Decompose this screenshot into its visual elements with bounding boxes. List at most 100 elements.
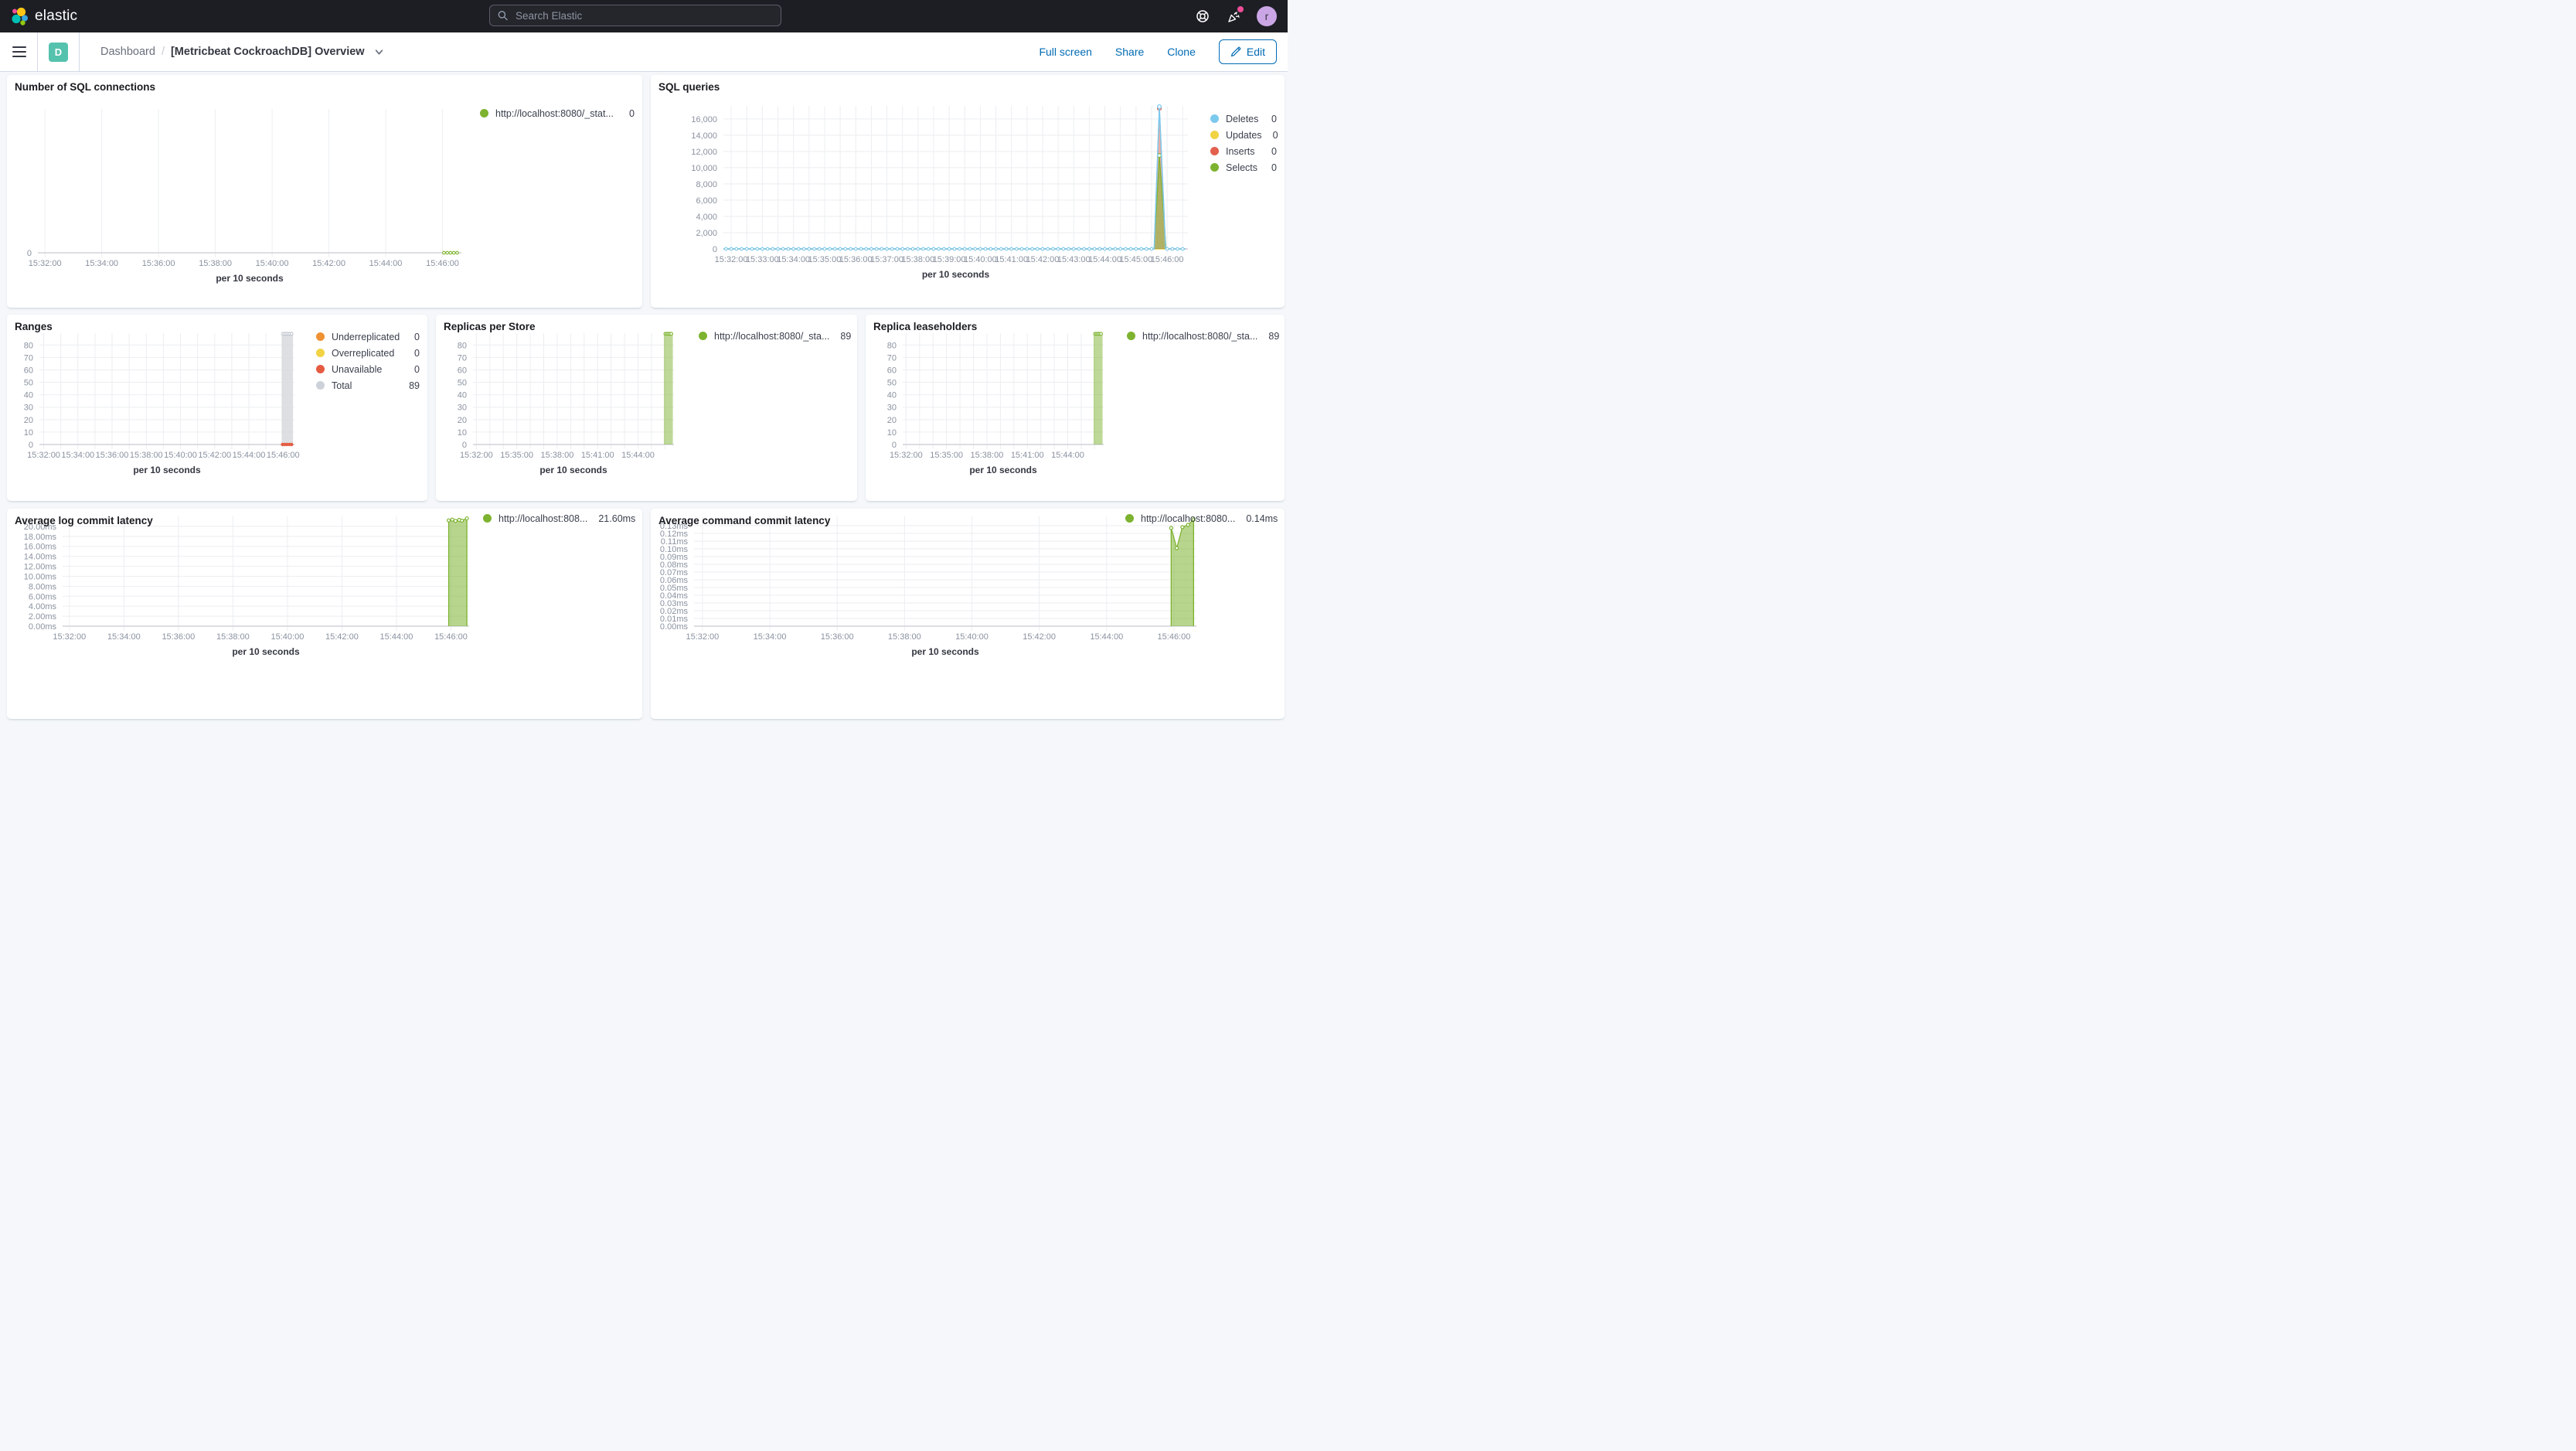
menu-icon[interactable] (12, 46, 26, 57)
svg-text:15:42:00: 15:42:00 (1023, 632, 1056, 642)
svg-text:15:36:00: 15:36:00 (839, 255, 873, 264)
legend-value: 0 (1272, 129, 1278, 141)
legend-swatch (483, 514, 492, 523)
svg-text:30: 30 (458, 404, 467, 413)
svg-text:15:41:00: 15:41:00 (581, 451, 614, 460)
legend-item[interactable]: Deletes 0 (1210, 111, 1277, 127)
legend-label: Underreplicated (332, 331, 400, 342)
svg-text:15:32:00: 15:32:00 (686, 632, 719, 642)
legend-value: 0 (1271, 162, 1277, 173)
chart-plot: 0.00ms2.00ms4.00ms6.00ms8.00ms10.00ms12.… (24, 516, 469, 657)
svg-text:15:42:00: 15:42:00 (1026, 255, 1060, 264)
global-search[interactable] (489, 5, 781, 26)
legend-item[interactable]: http://localhost:8080/_sta... 89 (1127, 328, 1280, 344)
svg-text:15:41:00: 15:41:00 (995, 255, 1028, 264)
panel-title[interactable]: Average log commit latency (15, 515, 153, 526)
legend-label: Deletes (1226, 113, 1259, 124)
legend-item[interactable]: Underreplicated 0 (316, 329, 420, 345)
help-icon[interactable] (1195, 9, 1210, 24)
full-screen-link[interactable]: Full screen (1039, 46, 1091, 58)
svg-text:15:34:00: 15:34:00 (754, 632, 787, 642)
legend-swatch (316, 365, 325, 373)
svg-text:15:40:00: 15:40:00 (164, 451, 197, 460)
svg-text:0: 0 (27, 249, 32, 258)
svg-text:12,000: 12,000 (691, 148, 717, 157)
series-inserts (723, 106, 1186, 250)
svg-text:15:36:00: 15:36:00 (162, 632, 195, 642)
svg-text:15:42:00: 15:42:00 (325, 632, 359, 642)
legend-value: 89 (1268, 330, 1280, 342)
svg-text:2,000: 2,000 (696, 229, 717, 238)
toolbar: D Dashboard / [Metricbeat CockroachDB] O… (0, 32, 1288, 72)
panel-title[interactable]: Replica leaseholders (873, 321, 977, 332)
legend-item[interactable]: Unavailable 0 (316, 361, 420, 377)
legend-item[interactable]: http://localhost:8080/_sta... 89 (699, 328, 852, 344)
legend-value: 89 (840, 330, 852, 342)
legend-item[interactable]: Selects 0 (1210, 159, 1277, 175)
svg-text:15:44:00: 15:44:00 (621, 451, 655, 460)
panel-sql-connections: 0 15:32:00 15:34:00 15:36:00 15:38:00 15:40:0… (7, 75, 642, 308)
svg-text:15:42:00: 15:42:00 (312, 259, 345, 268)
svg-text:0.00ms: 0.00ms (29, 622, 57, 632)
svg-text:15:32:00: 15:32:00 (890, 451, 923, 460)
svg-text:4,000: 4,000 (696, 213, 717, 222)
svg-text:15:32:00: 15:32:00 (715, 255, 748, 264)
clone-link[interactable]: Clone (1167, 46, 1196, 58)
svg-text:10: 10 (458, 428, 467, 438)
news-icon[interactable] (1226, 6, 1244, 24)
series-unavailable (281, 442, 294, 447)
svg-text:15:38:00: 15:38:00 (901, 255, 934, 264)
series-http-localhost-808- (446, 516, 469, 626)
breadcrumb-dashboard[interactable]: Dashboard (100, 46, 155, 58)
svg-text:15:38:00: 15:38:00 (888, 632, 921, 642)
series-total (281, 332, 294, 444)
svg-text:10.00ms: 10.00ms (24, 572, 57, 581)
chevron-down-icon[interactable] (374, 47, 384, 57)
svg-text:0: 0 (462, 441, 467, 450)
series-deletes (723, 104, 1186, 251)
panel-title[interactable]: SQL queries (658, 81, 720, 93)
svg-text:10: 10 (887, 428, 897, 438)
svg-text:40: 40 (458, 391, 467, 400)
search-input[interactable] (514, 9, 773, 22)
space-badge[interactable]: D (49, 42, 68, 62)
elastic-logo[interactable]: elastic (0, 6, 77, 26)
panel-title[interactable]: Number of SQL connections (15, 81, 155, 93)
header-right: r (1195, 0, 1277, 32)
app-header: elastic Search Elastic r (0, 0, 1288, 32)
share-link[interactable]: Share (1115, 46, 1144, 58)
legend-item[interactable]: Total 89 (316, 377, 420, 393)
svg-text:14,000: 14,000 (691, 131, 717, 141)
svg-text:70: 70 (24, 353, 33, 363)
panel-title[interactable]: Ranges (15, 321, 53, 332)
legend-item[interactable]: http://localhost:8080... 0.14ms (1125, 510, 1278, 526)
elastic-logo-icon (12, 7, 28, 26)
legend-item[interactable]: Overreplicated 0 (316, 345, 420, 361)
legend-value: 0.14ms (1246, 513, 1278, 524)
svg-text:per 10 seconds: per 10 seconds (911, 646, 979, 657)
legend-item[interactable]: http://localhost:808... 21.60ms (483, 510, 635, 526)
legend-item[interactable]: http://localhost:8080/_stat... 0 (480, 105, 635, 121)
panel-title[interactable]: Average command commit latency (658, 515, 830, 526)
svg-text:2.00ms: 2.00ms (29, 612, 57, 622)
svg-text:15:36:00: 15:36:00 (821, 632, 854, 642)
svg-text:15:44:00: 15:44:00 (233, 451, 266, 460)
svg-text:15:32:00: 15:32:00 (29, 259, 62, 268)
series-http-localhost-8080-sta- (1093, 332, 1103, 444)
legend-swatch (1210, 131, 1219, 139)
svg-text:60: 60 (24, 366, 33, 375)
svg-text:16,000: 16,000 (691, 115, 717, 124)
legend-item[interactable]: Updates 0 (1210, 127, 1278, 143)
svg-text:40: 40 (24, 391, 33, 400)
svg-text:15:38:00: 15:38:00 (971, 451, 1004, 460)
avatar[interactable]: r (1257, 6, 1277, 26)
notification-dot (1237, 6, 1244, 12)
panel-title[interactable]: Replicas per Store (444, 321, 536, 332)
legend-label: Overreplicated (332, 347, 395, 359)
legend-item[interactable]: Inserts 0 (1210, 143, 1277, 159)
legend-swatch (316, 349, 325, 357)
edit-button[interactable]: Edit (1218, 39, 1277, 64)
svg-text:15:43:00: 15:43:00 (1057, 255, 1091, 264)
svg-text:15:40:00: 15:40:00 (955, 632, 989, 642)
svg-text:60: 60 (458, 366, 467, 375)
